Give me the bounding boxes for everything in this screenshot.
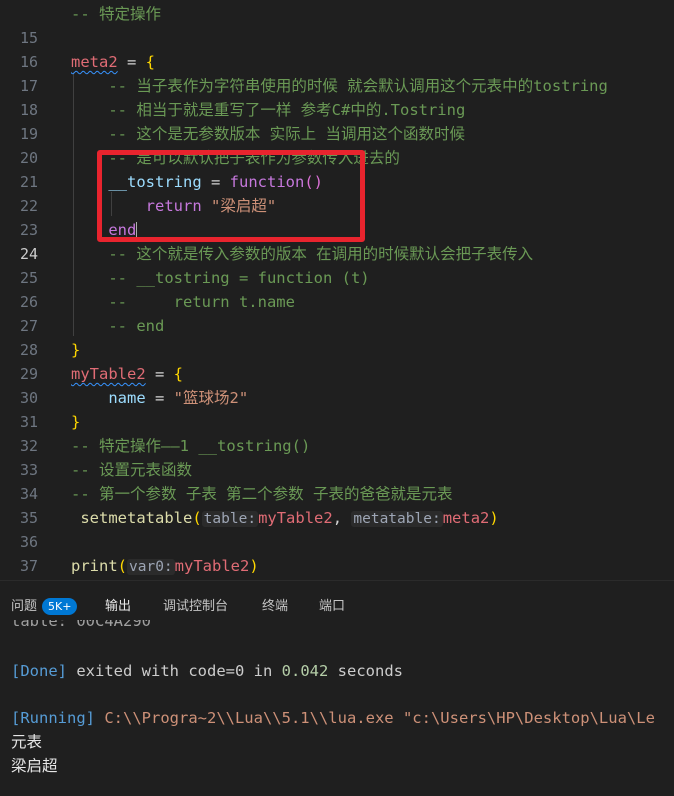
code-line-19[interactable]: 19 -- 相当于就是重写了一样 参考C#中的.Tostring (0, 98, 674, 143)
done-in: in (244, 662, 282, 680)
argument: myTable2 (258, 509, 333, 527)
output-line-result: 元表 (11, 733, 43, 751)
code-line-38[interactable]: 38 print(var0:myTable2) (0, 554, 674, 578)
parameter-hint: table: (201, 511, 259, 527)
argument: meta2 (442, 509, 490, 527)
parameter-hint: var0: (127, 559, 175, 575)
code-line-27[interactable]: 27 -- return t.name (0, 290, 674, 335)
code-editor[interactable]: 15 -- 特定操作 16 17 meta2 = { 18 -- 当子表作为字符… (0, 0, 674, 580)
code-line-37[interactable]: 37 (0, 530, 674, 575)
code-line-17[interactable]: 17 meta2 = { (0, 50, 674, 95)
code-line-29[interactable]: 29 } (0, 338, 674, 383)
code-line-35[interactable]: 35 -- 第一个参数 子表 第二个参数 子表的爸爸就是元表 (0, 482, 674, 527)
code-line-25[interactable]: 25 -- 这个就是传入参数的版本 在调用的时候默认会把子表传入 (0, 242, 674, 287)
tab-ports[interactable]: 端口 (319, 595, 345, 614)
operator: = (117, 53, 146, 71)
code-line-16[interactable]: 16 (0, 26, 674, 71)
seconds-label: seconds (328, 662, 403, 680)
comment: -- 设置元表函数 (71, 461, 192, 479)
tab-output[interactable]: 输出 (105, 595, 131, 614)
comment: -- return t.name (71, 293, 295, 311)
output-line-partial: table: 00C4A290 (11, 620, 151, 630)
output-line-result: 梁启超 (11, 757, 58, 775)
elapsed-time: 0.042 (281, 662, 329, 680)
comment: -- 特定操作 (71, 5, 161, 23)
code-line-15[interactable]: 15 -- 特定操作 (0, 2, 674, 47)
done-text: exited with (67, 662, 189, 680)
variable: myTable2 (71, 365, 146, 383)
string-literal: "篮球场2" (173, 389, 249, 407)
code-line-26[interactable]: 26 -- __tostring = function (t) (0, 266, 674, 311)
function-call: setmetatable (71, 509, 193, 527)
running-tag: [Running] (11, 709, 95, 727)
output-line-running: [Running] C:\\Progra~2\\Lua\\5.1\\lua.ex… (11, 706, 655, 730)
code-line-34[interactable]: 34 -- 设置元表函数 (0, 458, 674, 503)
running-command: C:\\Progra~2\\Lua\\5.1\\lua.exe "c:\User… (95, 709, 655, 727)
tab-problems[interactable]: 问题 5K+ (11, 595, 78, 615)
tab-label: 问题 (11, 599, 38, 614)
parameter-hint: metatable: (351, 511, 443, 527)
function-call: print (71, 557, 118, 575)
bracket: { (173, 365, 183, 383)
tab-terminal[interactable]: 终端 (262, 595, 288, 614)
code-line-28[interactable]: 28 -- end (0, 314, 674, 359)
comment: -- 这个是无参数版本 实际上 当调用这个函数时候 (71, 125, 465, 143)
output-line-done: [Done] exited with code=0 in 0.042 secon… (11, 659, 403, 683)
comment: -- 第一个参数 子表 第二个参数 子表的爸爸就是元表 (71, 485, 453, 503)
comment: -- end (71, 317, 165, 335)
bracket: } (71, 341, 81, 359)
comment: -- 相当于就是重写了一样 参考C#中的.Tostring (71, 101, 466, 119)
code-line-20[interactable]: 20 -- 这个是无参数版本 实际上 当调用这个函数时候 (0, 122, 674, 167)
field-name: name (71, 389, 146, 407)
variable: meta2 (71, 53, 118, 71)
comment: -- 特定操作——1 __tostring() (71, 437, 311, 455)
code-line-32[interactable]: 32 } (0, 410, 674, 455)
operator: = (145, 389, 174, 407)
red-annotation-box (97, 150, 365, 242)
code-line-18[interactable]: 18 -- 当子表作为字符串使用的时候 就会默认调用这个元表中的tostring (0, 74, 674, 119)
bracket: } (71, 413, 81, 431)
exit-code: code=0 (188, 662, 245, 680)
output-panel[interactable]: table: 00C4A290 [Done] exited with code=… (0, 620, 674, 796)
problems-count-badge: 5K+ (42, 598, 78, 615)
code-line-36[interactable]: 36 setmetatable(table: myTable2, metatabl… (0, 506, 674, 551)
code-line-30[interactable]: 30 myTable2 = { (0, 362, 674, 407)
done-tag: [Done] (11, 662, 67, 680)
comment: -- __tostring = function (t) (71, 269, 370, 287)
comment: -- 当子表作为字符串使用的时候 就会默认调用这个元表中的tostring (71, 77, 608, 95)
argument: myTable2 (174, 557, 250, 575)
comment: -- 这个就是传入参数的版本 在调用的时候默认会把子表传入 (71, 245, 534, 263)
code-line-33[interactable]: 33 -- 特定操作——1 __tostring() (0, 434, 674, 479)
operator: = (145, 365, 174, 383)
tab-debug-console[interactable]: 调试控制台 (163, 595, 228, 614)
code-line-31[interactable]: 31 name = "篮球场2" (0, 386, 674, 431)
bracket: { (145, 53, 156, 71)
